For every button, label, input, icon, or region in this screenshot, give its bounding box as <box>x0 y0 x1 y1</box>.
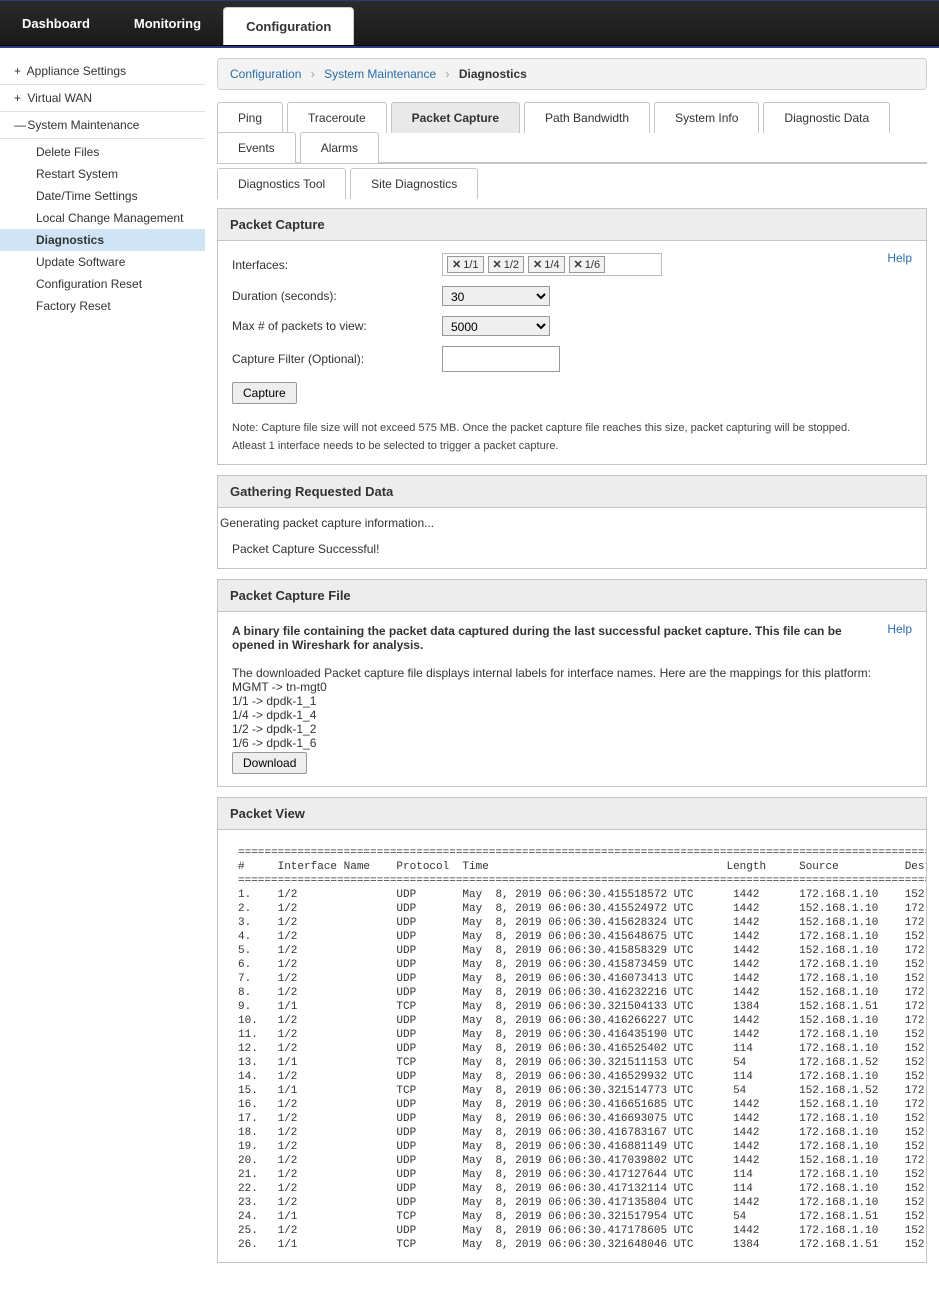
tab-diagnostic-data[interactable]: Diagnostic Data <box>763 102 890 133</box>
toggle-icon: + <box>14 91 24 105</box>
file-description: A binary file containing the packet data… <box>232 624 852 652</box>
sidebar-item-date-time-settings[interactable]: Date/Time Settings <box>0 185 205 207</box>
packet-capture-file-header: Packet Capture File <box>218 580 926 612</box>
gathering-panel: Gathering Requested Data Generating pack… <box>217 475 927 569</box>
download-button[interactable]: Download <box>232 752 307 774</box>
sidebar-item-factory-reset[interactable]: Factory Reset <box>0 295 205 317</box>
diagnostic-tabs-row1: PingTraceroutePacket CapturePath Bandwid… <box>217 102 927 164</box>
packet-capture-header: Packet Capture <box>218 209 926 241</box>
sidebar-item-update-software[interactable]: Update Software <box>0 251 205 273</box>
interface-chip-1-6[interactable]: ✕1/6 <box>569 256 606 273</box>
sidebar-section-appliance-settings[interactable]: + Appliance Settings <box>0 58 205 85</box>
topnav-tab-monitoring[interactable]: Monitoring <box>112 1 223 45</box>
interface-chip-1-4[interactable]: ✕1/4 <box>528 256 565 273</box>
breadcrumb-system-maintenance[interactable]: System Maintenance <box>324 67 436 81</box>
breadcrumb: Configuration › System Maintenance › Dia… <box>217 58 927 90</box>
topnav-tab-configuration[interactable]: Configuration <box>223 7 354 45</box>
interface-mapping: 1/4 -> dpdk-1_4 <box>232 708 912 722</box>
toggle-icon: + <box>14 64 24 78</box>
duration-select[interactable]: 30 <box>442 286 550 306</box>
diagnostic-tabs-row2: Diagnostics ToolSite Diagnostics <box>217 168 927 198</box>
interfaces-input[interactable]: ✕1/1✕1/2✕1/4✕1/6 <box>442 253 662 276</box>
chevron-right-icon: › <box>445 67 449 81</box>
sidebar-item-delete-files[interactable]: Delete Files <box>0 141 205 163</box>
close-icon[interactable]: ✕ <box>493 258 502 271</box>
capture-success-status: Packet Capture Successful! <box>218 538 926 568</box>
packet-capture-file-panel: Packet Capture File Help A binary file c… <box>217 579 927 787</box>
chevron-right-icon: › <box>311 67 315 81</box>
sidebar: + Appliance Settings+ Virtual WAN— Syste… <box>0 48 205 1293</box>
tab-alarms[interactable]: Alarms <box>300 132 379 163</box>
interface-mapping: 1/6 -> dpdk-1_6 <box>232 736 912 750</box>
top-nav: DashboardMonitoringConfiguration <box>0 0 939 46</box>
max-packets-label: Max # of packets to view: <box>232 319 442 333</box>
tab-ping[interactable]: Ping <box>217 102 283 133</box>
interface-mappings: MGMT -> tn-mgt01/1 -> dpdk-1_11/4 -> dpd… <box>232 680 912 750</box>
toggle-icon: — <box>14 118 24 132</box>
capture-filter-input[interactable] <box>442 346 560 372</box>
tab-events[interactable]: Events <box>217 132 296 163</box>
sidebar-item-configuration-reset[interactable]: Configuration Reset <box>0 273 205 295</box>
topnav-tab-dashboard[interactable]: Dashboard <box>0 1 112 45</box>
tab-traceroute[interactable]: Traceroute <box>287 102 387 133</box>
sidebar-item-restart-system[interactable]: Restart System <box>0 163 205 185</box>
capture-button[interactable]: Capture <box>232 382 297 404</box>
tab-diagnostics-tool[interactable]: Diagnostics Tool <box>217 168 346 199</box>
help-link[interactable]: Help <box>887 251 912 265</box>
capture-filter-label: Capture Filter (Optional): <box>232 352 442 366</box>
interfaces-label: Interfaces: <box>232 258 442 272</box>
capture-note-2: Atleast 1 interface needs to be selected… <box>232 440 912 452</box>
sidebar-section-system-maintenance[interactable]: — System Maintenance <box>0 112 205 139</box>
packet-capture-panel: Packet Capture Help Interfaces: ✕1/1✕1/2… <box>217 208 927 465</box>
duration-label: Duration (seconds): <box>232 289 442 303</box>
close-icon[interactable]: ✕ <box>452 258 461 271</box>
generating-status: Generating packet capture information... <box>218 508 926 538</box>
packet-view-table: ========================================… <box>218 836 926 1262</box>
breadcrumb-current: Diagnostics <box>459 67 527 81</box>
packet-view-panel: Packet View ============================… <box>217 797 927 1263</box>
interface-chip-1-1[interactable]: ✕1/1 <box>447 256 484 273</box>
capture-note-1: Note: Capture file size will not exceed … <box>232 422 912 434</box>
sidebar-item-local-change-management[interactable]: Local Change Management <box>0 207 205 229</box>
sidebar-section-virtual-wan[interactable]: + Virtual WAN <box>0 85 205 112</box>
interface-mapping: 1/2 -> dpdk-1_2 <box>232 722 912 736</box>
interface-chip-1-2[interactable]: ✕1/2 <box>488 256 525 273</box>
mapping-intro: The downloaded Packet capture file displ… <box>232 666 912 680</box>
gathering-header: Gathering Requested Data <box>218 476 926 508</box>
tab-site-diagnostics[interactable]: Site Diagnostics <box>350 168 478 199</box>
close-icon[interactable]: ✕ <box>574 258 583 271</box>
interface-mapping: MGMT -> tn-mgt0 <box>232 680 912 694</box>
main-content: Configuration › System Maintenance › Dia… <box>205 48 939 1293</box>
sidebar-item-diagnostics[interactable]: Diagnostics <box>0 229 205 251</box>
close-icon[interactable]: ✕ <box>533 258 542 271</box>
packet-view-header: Packet View <box>218 798 926 830</box>
tab-system-info[interactable]: System Info <box>654 102 759 133</box>
tab-packet-capture[interactable]: Packet Capture <box>391 102 520 133</box>
help-link[interactable]: Help <box>887 622 912 636</box>
tab-path-bandwidth[interactable]: Path Bandwidth <box>524 102 650 133</box>
breadcrumb-configuration[interactable]: Configuration <box>230 67 301 81</box>
interface-mapping: 1/1 -> dpdk-1_1 <box>232 694 912 708</box>
max-packets-select[interactable]: 5000 <box>442 316 550 336</box>
